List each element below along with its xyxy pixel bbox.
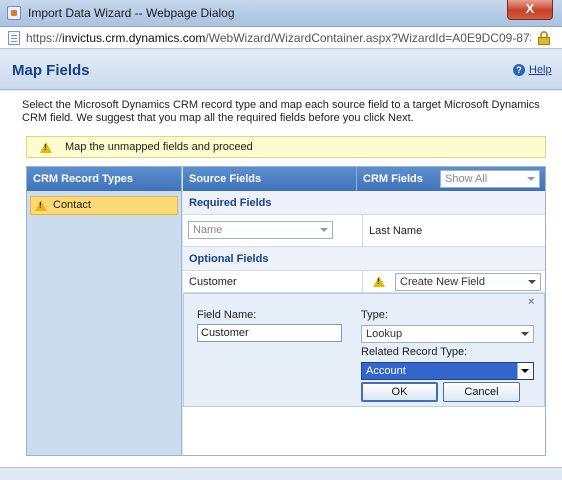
warning-icon xyxy=(373,276,385,287)
help-label[interactable]: Help xyxy=(529,64,552,76)
page-title: Map Fields xyxy=(12,62,90,79)
instructions-text: Select the Microsoft Dynamics CRM record… xyxy=(22,99,540,124)
lock-icon xyxy=(538,31,550,45)
chevron-down-icon xyxy=(527,177,535,181)
crm-fields-header: CRM Fields xyxy=(363,173,423,185)
crm-fields-filter-select[interactable]: Show All xyxy=(440,170,540,188)
help-link[interactable]: ? Help xyxy=(513,64,552,76)
type-label: Type: xyxy=(361,309,388,321)
field-mapping-panel: Source Fields CRM Fields Show All Requir… xyxy=(183,167,545,455)
related-record-type-value: Account xyxy=(366,365,406,377)
warning-icon xyxy=(35,200,47,211)
chevron-down-icon xyxy=(521,369,529,373)
chevron-down-icon xyxy=(320,228,328,232)
required-field-row: Name Last Name xyxy=(183,215,545,247)
window-close-button[interactable]: X xyxy=(507,0,553,20)
ok-button[interactable]: OK xyxy=(361,382,438,402)
page-icon xyxy=(8,31,20,45)
source-field-value: Name xyxy=(193,224,223,236)
type-value: Lookup xyxy=(366,328,403,340)
crm-field-value: Create New Field xyxy=(400,276,485,288)
ie-window-icon xyxy=(7,6,21,20)
url-host: invictus.crm.dynamics.com xyxy=(62,31,206,45)
optional-fields-label: Optional Fields xyxy=(183,247,545,271)
mapping-header: Source Fields CRM Fields Show All xyxy=(183,167,545,191)
window-title: Import Data Wizard -- Webpage Dialog xyxy=(28,6,235,20)
footer-band xyxy=(0,467,562,480)
help-icon[interactable]: ? xyxy=(513,64,525,76)
notice-bar: Map the unmapped fields and proceed xyxy=(26,136,546,158)
address-bar: https://invictus.crm.dynamics.com/WebWiz… xyxy=(0,27,562,49)
notice-message: Map the unmapped fields and proceed xyxy=(65,141,253,153)
new-field-form: × Field Name: Customer Type: Lookup Rela… xyxy=(183,293,545,407)
field-name-label: Field Name: xyxy=(197,309,257,321)
url-path: /WebWizard/WizardContainer.aspx?WizardId… xyxy=(205,31,531,45)
crm-field-select[interactable]: Create New Field xyxy=(395,273,541,291)
chevron-down-icon xyxy=(521,332,529,336)
record-type-item-contact[interactable]: Contact xyxy=(30,196,178,215)
url-scheme: https:// xyxy=(26,31,63,45)
source-field-name: Customer xyxy=(189,276,237,288)
field-name-input[interactable]: Customer xyxy=(197,324,342,342)
address-url: https://invictus.crm.dynamics.com/WebWiz… xyxy=(26,31,531,45)
window-titlebar: Import Data Wizard -- Webpage Dialog X xyxy=(0,0,562,27)
optional-field-row: Customer Create New Field xyxy=(183,271,545,293)
page-header: Map Fields ? Help xyxy=(0,50,562,90)
warning-icon xyxy=(40,142,52,153)
required-fields-label: Required Fields xyxy=(183,191,545,215)
source-field-select[interactable]: Name xyxy=(188,221,333,239)
related-record-type-label: Related Record Type: xyxy=(361,346,468,358)
field-mapper: CRM Record Types Contact Source Fields C… xyxy=(26,166,546,456)
related-record-type-select[interactable]: Account xyxy=(361,362,534,380)
record-types-panel: CRM Record Types Contact xyxy=(27,167,182,455)
main-content: Select the Microsoft Dynamics CRM record… xyxy=(0,91,562,480)
filter-value: Show All xyxy=(445,173,488,185)
record-type-label: Contact xyxy=(53,199,91,211)
cancel-button[interactable]: Cancel xyxy=(443,382,520,402)
chevron-down-icon xyxy=(528,280,536,284)
type-select[interactable]: Lookup xyxy=(361,325,534,343)
record-types-header: CRM Record Types xyxy=(27,167,181,191)
source-fields-header: Source Fields xyxy=(189,173,262,185)
crm-field-name: Last Name xyxy=(369,225,423,237)
close-icon[interactable]: × xyxy=(528,296,534,308)
